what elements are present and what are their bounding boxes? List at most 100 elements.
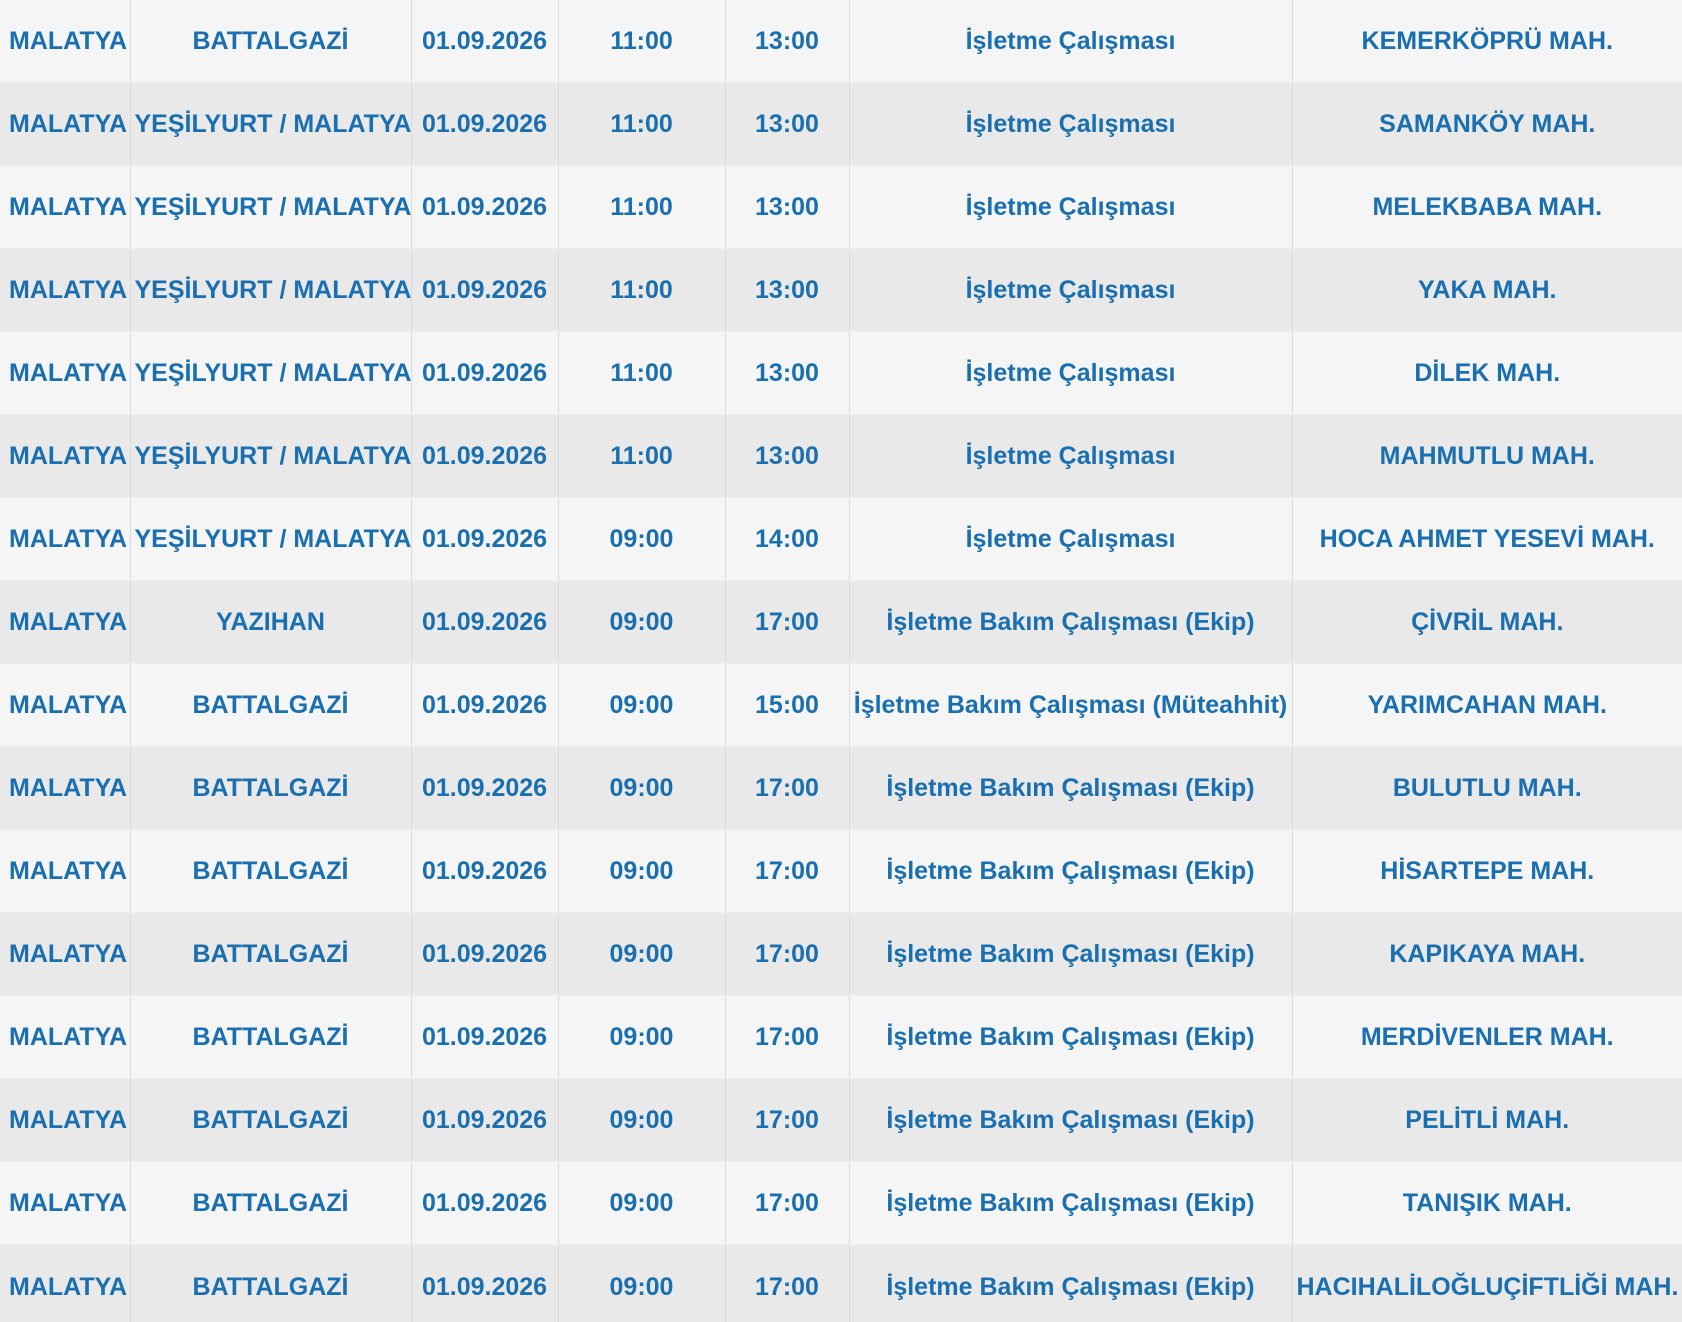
date-cell: 01.09.2026 [410, 746, 558, 830]
district-cell: BATTALGAZİ [129, 829, 411, 913]
reason-cell: İşletme Çalışması [848, 0, 1292, 83]
date-cell: 01.09.2026 [410, 82, 558, 166]
table-row: MALATYA YEŞİLYURT / MALATYA 01.09.2026 1… [0, 414, 1682, 498]
start-time-cell: 09:00 [557, 497, 725, 581]
date-cell: 01.09.2026 [410, 0, 558, 83]
neighborhood-cell: HİSARTEPE MAH. [1291, 829, 1682, 913]
city-cell: MALATYA [0, 331, 130, 415]
end-time-cell: 13:00 [724, 0, 849, 83]
start-time-cell: 11:00 [557, 248, 725, 332]
reason-cell: İşletme Çalışması [848, 165, 1292, 249]
district-cell: YEŞİLYURT / MALATYA [129, 165, 411, 249]
table-row: MALATYA YAZIHAN 01.09.2026 09:00 17:00 İ… [0, 580, 1682, 664]
date-cell: 01.09.2026 [410, 331, 558, 415]
table-row: MALATYA YEŞİLYURT / MALATYA 01.09.2026 1… [0, 248, 1682, 332]
district-cell: BATTALGAZİ [129, 1244, 411, 1322]
end-time-cell: 17:00 [724, 746, 849, 830]
reason-cell: İşletme Çalışması [848, 497, 1292, 581]
start-time-cell: 09:00 [557, 1078, 725, 1162]
date-cell: 01.09.2026 [410, 663, 558, 747]
start-time-cell: 09:00 [557, 746, 725, 830]
city-cell: MALATYA [0, 414, 130, 498]
neighborhood-cell: YARIMCAHAN MAH. [1291, 663, 1682, 747]
reason-cell: İşletme Bakım Çalışması (Ekip) [848, 829, 1292, 913]
city-cell: MALATYA [0, 82, 130, 166]
date-cell: 01.09.2026 [410, 248, 558, 332]
city-cell: MALATYA [0, 0, 130, 83]
outage-table-body: MALATYA BATTALGAZİ 01.09.2026 11:00 13:0… [0, 0, 1682, 1322]
reason-cell: İşletme Çalışması [848, 331, 1292, 415]
end-time-cell: 15:00 [724, 663, 849, 747]
start-time-cell: 09:00 [557, 995, 725, 1079]
table-row: MALATYA BATTALGAZİ 01.09.2026 09:00 17:0… [0, 1244, 1682, 1322]
date-cell: 01.09.2026 [410, 497, 558, 581]
end-time-cell: 17:00 [724, 580, 849, 664]
city-cell: MALATYA [0, 912, 130, 996]
neighborhood-cell: YAKA MAH. [1291, 248, 1682, 332]
start-time-cell: 09:00 [557, 1244, 725, 1322]
table-row: MALATYA YEŞİLYURT / MALATYA 01.09.2026 1… [0, 165, 1682, 249]
start-time-cell: 11:00 [557, 331, 725, 415]
neighborhood-cell: HACIHALİLOĞLUÇİFTLİĞİ MAH. [1291, 1244, 1682, 1322]
start-time-cell: 11:00 [557, 82, 725, 166]
city-cell: MALATYA [0, 248, 130, 332]
reason-cell: İşletme Bakım Çalışması (Ekip) [848, 1078, 1292, 1162]
start-time-cell: 11:00 [557, 0, 725, 83]
date-cell: 01.09.2026 [410, 829, 558, 913]
reason-cell: İşletme Bakım Çalışması (Ekip) [848, 912, 1292, 996]
neighborhood-cell: DİLEK MAH. [1291, 331, 1682, 415]
city-cell: MALATYA [0, 497, 130, 581]
end-time-cell: 17:00 [724, 995, 849, 1079]
end-time-cell: 13:00 [724, 414, 849, 498]
district-cell: YEŞİLYURT / MALATYA [129, 82, 411, 166]
date-cell: 01.09.2026 [410, 414, 558, 498]
start-time-cell: 11:00 [557, 165, 725, 249]
date-cell: 01.09.2026 [410, 1078, 558, 1162]
district-cell: BATTALGAZİ [129, 995, 411, 1079]
neighborhood-cell: KEMERKÖPRÜ MAH. [1291, 0, 1682, 83]
neighborhood-cell: HOCA AHMET YESEVİ MAH. [1291, 497, 1682, 581]
date-cell: 01.09.2026 [410, 165, 558, 249]
neighborhood-cell: MAHMUTLU MAH. [1291, 414, 1682, 498]
table-row: MALATYA YEŞİLYURT / MALATYA 01.09.2026 0… [0, 497, 1682, 581]
neighborhood-cell: KAPIKAYA MAH. [1291, 912, 1682, 996]
city-cell: MALATYA [0, 663, 130, 747]
district-cell: BATTALGAZİ [129, 912, 411, 996]
district-cell: BATTALGAZİ [129, 746, 411, 830]
date-cell: 01.09.2026 [410, 912, 558, 996]
reason-cell: İşletme Çalışması [848, 82, 1292, 166]
city-cell: MALATYA [0, 829, 130, 913]
city-cell: MALATYA [0, 995, 130, 1079]
table-row: MALATYA BATTALGAZİ 01.09.2026 09:00 17:0… [0, 995, 1682, 1079]
end-time-cell: 13:00 [724, 165, 849, 249]
date-cell: 01.09.2026 [410, 580, 558, 664]
neighborhood-cell: SAMANKÖY MAH. [1291, 82, 1682, 166]
table-row: MALATYA BATTALGAZİ 01.09.2026 09:00 17:0… [0, 829, 1682, 913]
end-time-cell: 14:00 [724, 497, 849, 581]
neighborhood-cell: TANIŞIK MAH. [1291, 1161, 1682, 1245]
end-time-cell: 17:00 [724, 1078, 849, 1162]
end-time-cell: 17:00 [724, 1161, 849, 1245]
reason-cell: İşletme Bakım Çalışması (Ekip) [848, 995, 1292, 1079]
end-time-cell: 17:00 [724, 1244, 849, 1322]
table-row: MALATYA BATTALGAZİ 01.09.2026 09:00 17:0… [0, 1161, 1682, 1245]
start-time-cell: 09:00 [557, 663, 725, 747]
table-row: MALATYA BATTALGAZİ 01.09.2026 09:00 17:0… [0, 746, 1682, 830]
reason-cell: İşletme Bakım Çalışması (Ekip) [848, 1244, 1292, 1322]
neighborhood-cell: MELEKBABA MAH. [1291, 165, 1682, 249]
city-cell: MALATYA [0, 746, 130, 830]
neighborhood-cell: BULUTLU MAH. [1291, 746, 1682, 830]
table-row: MALATYA BATTALGAZİ 01.09.2026 09:00 15:0… [0, 663, 1682, 747]
district-cell: BATTALGAZİ [129, 1161, 411, 1245]
district-cell: BATTALGAZİ [129, 663, 411, 747]
city-cell: MALATYA [0, 580, 130, 664]
reason-cell: İşletme Bakım Çalışması (Ekip) [848, 1161, 1292, 1245]
table-row: MALATYA BATTALGAZİ 01.09.2026 09:00 17:0… [0, 1078, 1682, 1162]
end-time-cell: 17:00 [724, 912, 849, 996]
start-time-cell: 09:00 [557, 912, 725, 996]
end-time-cell: 17:00 [724, 829, 849, 913]
reason-cell: İşletme Bakım Çalışması (Ekip) [848, 580, 1292, 664]
end-time-cell: 13:00 [724, 82, 849, 166]
table-row: MALATYA YEŞİLYURT / MALATYA 01.09.2026 1… [0, 82, 1682, 166]
reason-cell: İşletme Bakım Çalışması (Müteahhit) [848, 663, 1292, 747]
